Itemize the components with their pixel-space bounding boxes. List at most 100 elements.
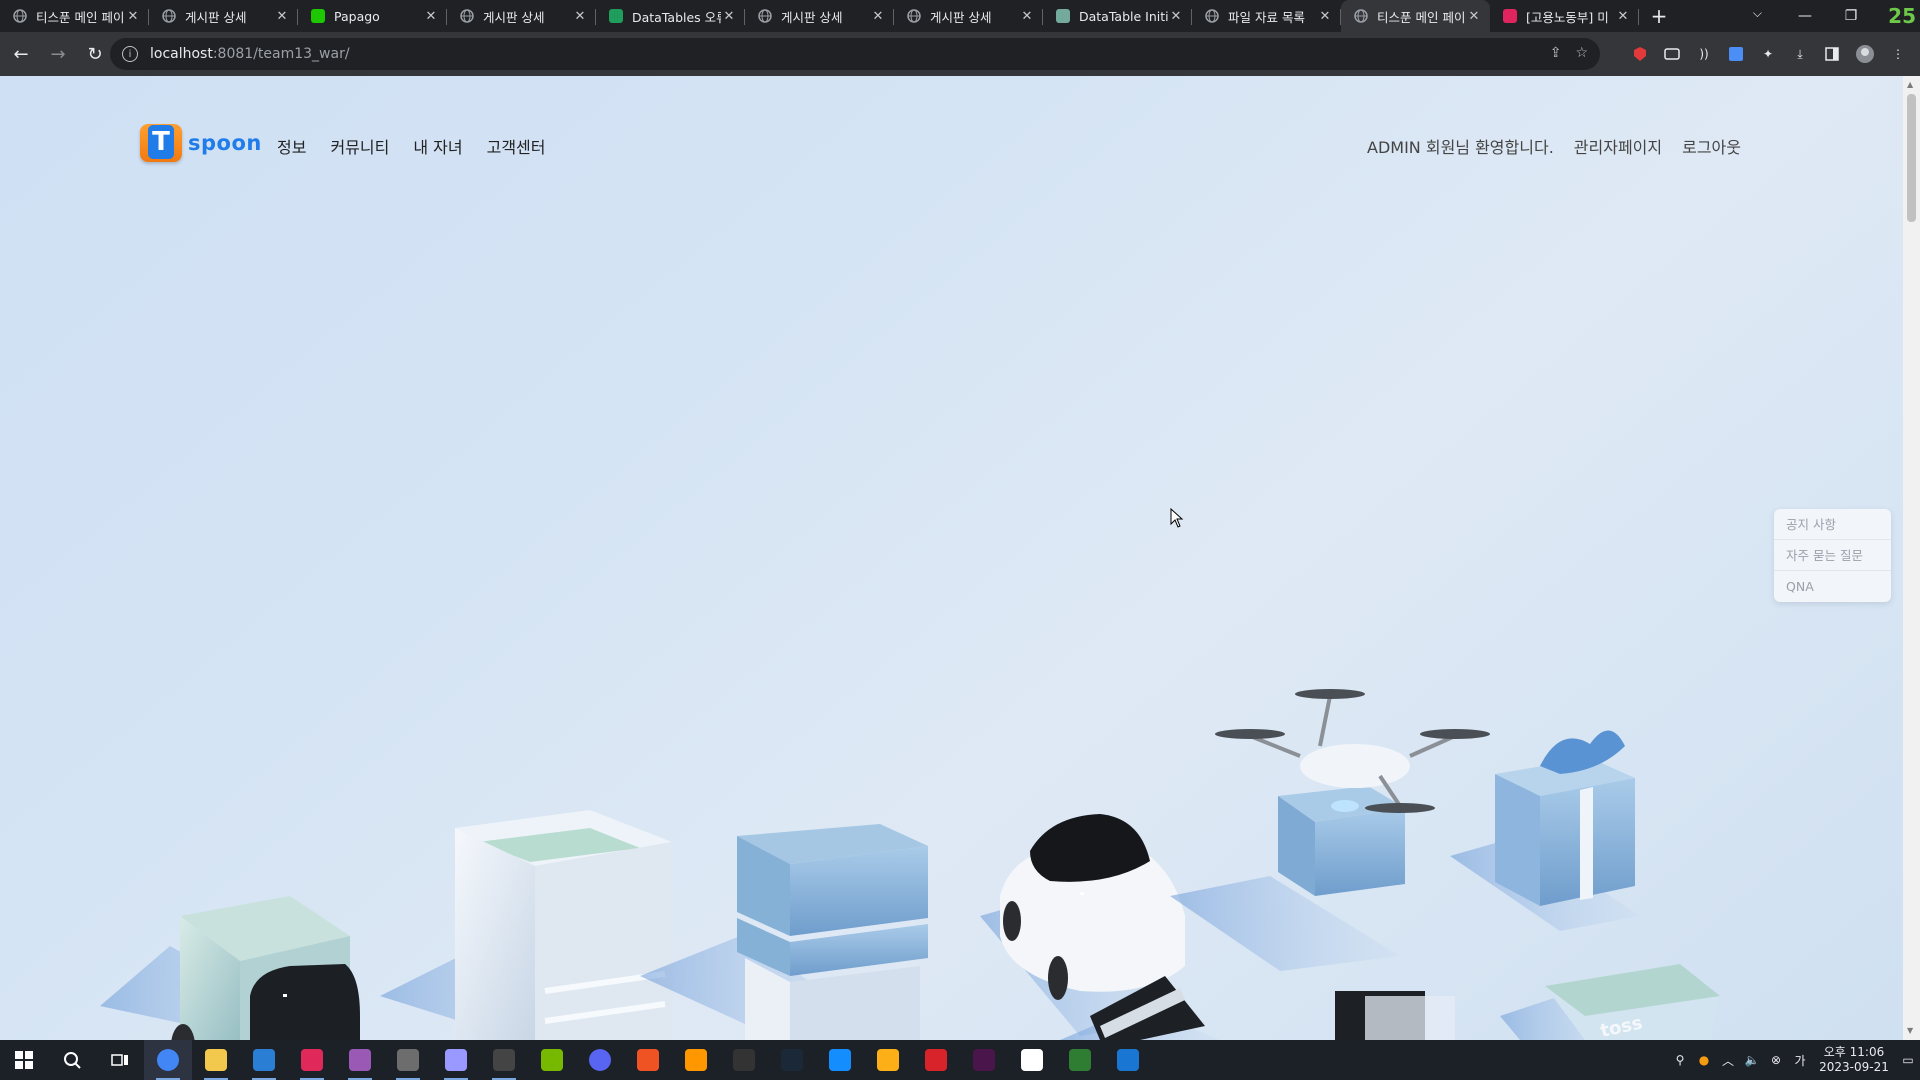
search-icon[interactable] <box>48 1040 96 1080</box>
hs-icon[interactable] <box>1056 1040 1104 1080</box>
bookmark-star-icon[interactable]: ☆ <box>1575 45 1588 61</box>
browser-tab[interactable]: 게시판 상세 ✕ <box>149 0 298 32</box>
extension-cast-icon[interactable] <box>1662 44 1682 64</box>
premiere-icon[interactable] <box>336 1040 384 1080</box>
clock[interactable]: 오후 11:06 2023-09-21 <box>1812 1045 1896 1075</box>
steam-icon[interactable] <box>768 1040 816 1080</box>
network-icon[interactable]: ⊗ <box>1764 1053 1788 1067</box>
main-nav: 정보 커뮤니티 내 자녀 고객센터 <box>277 134 545 158</box>
scroll-down-icon[interactable]: ▼ <box>1907 1026 1913 1035</box>
side-panel-icon[interactable] <box>1822 44 1842 64</box>
tab-title: DataTable Initia <box>1079 8 1168 24</box>
nexon-icon[interactable] <box>912 1040 960 1080</box>
address-bar[interactable]: i localhost:8081/team13_war/ ⇪ ☆ <box>110 38 1600 70</box>
browser-tab[interactable]: [고용노동부] 미 ✕ <box>1490 0 1639 32</box>
intellij-icon[interactable] <box>288 1040 336 1080</box>
tab-title: 게시판 상세 <box>185 9 247 25</box>
site-info-icon[interactable]: i <box>122 46 138 62</box>
clock-time: 오후 11:06 <box>1823 1045 1885 1059</box>
explorer-icon[interactable] <box>192 1040 240 1080</box>
davinci-icon[interactable] <box>384 1040 432 1080</box>
rockstar-icon[interactable] <box>864 1040 912 1080</box>
tray-expand-icon[interactable]: ︿ <box>1716 1052 1740 1069</box>
tab-close-icon[interactable]: ✕ <box>1615 8 1631 24</box>
start-icon[interactable] <box>0 1040 48 1080</box>
clock-date: 2023-09-21 <box>1819 1060 1889 1074</box>
tab-title: DataTables 오류 <box>632 9 721 25</box>
logout-link[interactable]: 로그아웃 <box>1682 134 1741 158</box>
tab-close-icon[interactable]: ✕ <box>1317 8 1333 24</box>
tab-close-icon[interactable]: ✕ <box>721 8 737 24</box>
tab-strip: 티스푼 메인 페이지✕게시판 상세✕Papago✕게시판 상세✕DataTabl… <box>0 0 1920 32</box>
browser-tab[interactable]: 게시판 상세 ✕ <box>447 0 596 32</box>
extension-adblock-icon[interactable] <box>1630 44 1650 64</box>
browser-tab[interactable]: 티스푼 메인 페이지✕ <box>1341 0 1490 32</box>
back-icon[interactable]: ← <box>5 38 37 70</box>
notion-icon[interactable] <box>1008 1040 1056 1080</box>
admin-page-link[interactable]: 관리자페이지 <box>1574 134 1662 158</box>
people-icon[interactable]: ⚲ <box>1668 1053 1692 1067</box>
ime-icon[interactable]: 가 <box>1788 1052 1812 1069</box>
nav-item-my-children[interactable]: 내 자녀 <box>413 134 462 158</box>
browser-tab[interactable]: 게시판 상세 ✕ <box>894 0 1043 32</box>
volume-icon[interactable]: 🔈 <box>1740 1053 1764 1067</box>
tab-title: 게시판 상세 <box>930 9 992 25</box>
discord-icon[interactable] <box>576 1040 624 1080</box>
nvidia-icon[interactable] <box>528 1040 576 1080</box>
extension-audio-icon[interactable]: )) <box>1694 44 1714 64</box>
browser-tab[interactable]: DataTable Initia ✕ <box>1043 0 1192 32</box>
tray-app-icon[interactable]: ● <box>1692 1053 1716 1067</box>
vscode-icon[interactable] <box>240 1040 288 1080</box>
new-tab-icon[interactable]: + <box>1643 0 1675 32</box>
profile-avatar-icon[interactable] <box>1855 44 1875 64</box>
tab-title: 게시판 상세 <box>483 9 545 25</box>
url-text[interactable]: localhost:8081/team13_war/ <box>150 46 350 62</box>
nav-item-community[interactable]: 커뮤니티 <box>330 134 389 158</box>
tab-close-icon[interactable]: ✕ <box>1019 8 1035 24</box>
slack-icon[interactable] <box>960 1040 1008 1080</box>
restore-icon[interactable]: ❐ <box>1828 8 1874 24</box>
jetbrains-icon[interactable] <box>1104 1040 1152 1080</box>
scroll-up-icon[interactable]: ▲ <box>1907 80 1913 89</box>
chrome-menu-icon[interactable]: ⋮ <box>1888 44 1908 64</box>
browser-tab[interactable]: DataTables 오류 ✕ <box>596 0 745 32</box>
browser-tab[interactable]: 게시판 상세 ✕ <box>745 0 894 32</box>
tab-title: [고용노동부] 미 <box>1526 9 1609 25</box>
page-scrollbar[interactable]: ▲ ▼ <box>1903 76 1920 1040</box>
tab-close-icon[interactable]: ✕ <box>1168 8 1184 24</box>
tab-search-icon[interactable]: ⌵ <box>1753 6 1762 21</box>
share-icon[interactable]: ⇪ <box>1550 45 1562 61</box>
tab-close-icon[interactable]: ✕ <box>125 8 141 24</box>
chrome-icon[interactable] <box>144 1040 192 1080</box>
epic-icon[interactable] <box>720 1040 768 1080</box>
tab-close-icon[interactable]: ✕ <box>423 8 439 24</box>
url-path: :8081/team13_war/ <box>212 46 350 62</box>
extension-translate-icon[interactable] <box>1726 44 1746 64</box>
tab-close-icon[interactable]: ✕ <box>870 8 886 24</box>
quick-menu-faq[interactable]: 자주 묻는 질문 <box>1774 540 1891 571</box>
extensions-puzzle-icon[interactable]: ✦ <box>1758 44 1778 64</box>
zum-icon <box>1502 8 1518 24</box>
browser-tab[interactable]: 파일 자료 목록 ✕ <box>1192 0 1341 32</box>
battlenet-icon[interactable] <box>816 1040 864 1080</box>
task-view-icon[interactable] <box>96 1040 144 1080</box>
tab-close-icon[interactable]: ✕ <box>572 8 588 24</box>
nav-item-info[interactable]: 정보 <box>277 134 306 158</box>
ea-icon[interactable] <box>624 1040 672 1080</box>
tab-close-icon[interactable]: ✕ <box>274 8 290 24</box>
browser-tab[interactable]: Papago ✕ <box>298 0 447 32</box>
obs-icon[interactable] <box>480 1040 528 1080</box>
aftereffects-icon[interactable] <box>432 1040 480 1080</box>
tab-close-icon[interactable]: ✕ <box>1466 8 1482 24</box>
scrollbar-thumb[interactable] <box>1907 94 1916 222</box>
browser-tab[interactable]: 티스푼 메인 페이지✕ <box>0 0 149 32</box>
nav-item-customer-center[interactable]: 고객센터 <box>487 134 546 158</box>
forward-icon[interactable]: → <box>42 38 74 70</box>
download-icon[interactable]: ⤓ <box>1790 44 1810 64</box>
quick-menu-notice[interactable]: 공지 사항 <box>1774 509 1891 540</box>
notification-icon[interactable]: ▭ <box>1896 1053 1920 1067</box>
sublime-icon[interactable] <box>672 1040 720 1080</box>
site-logo[interactable]: spoon <box>140 124 262 162</box>
reload-icon[interactable]: ↻ <box>79 38 111 70</box>
minimize-icon[interactable]: — <box>1782 8 1828 24</box>
